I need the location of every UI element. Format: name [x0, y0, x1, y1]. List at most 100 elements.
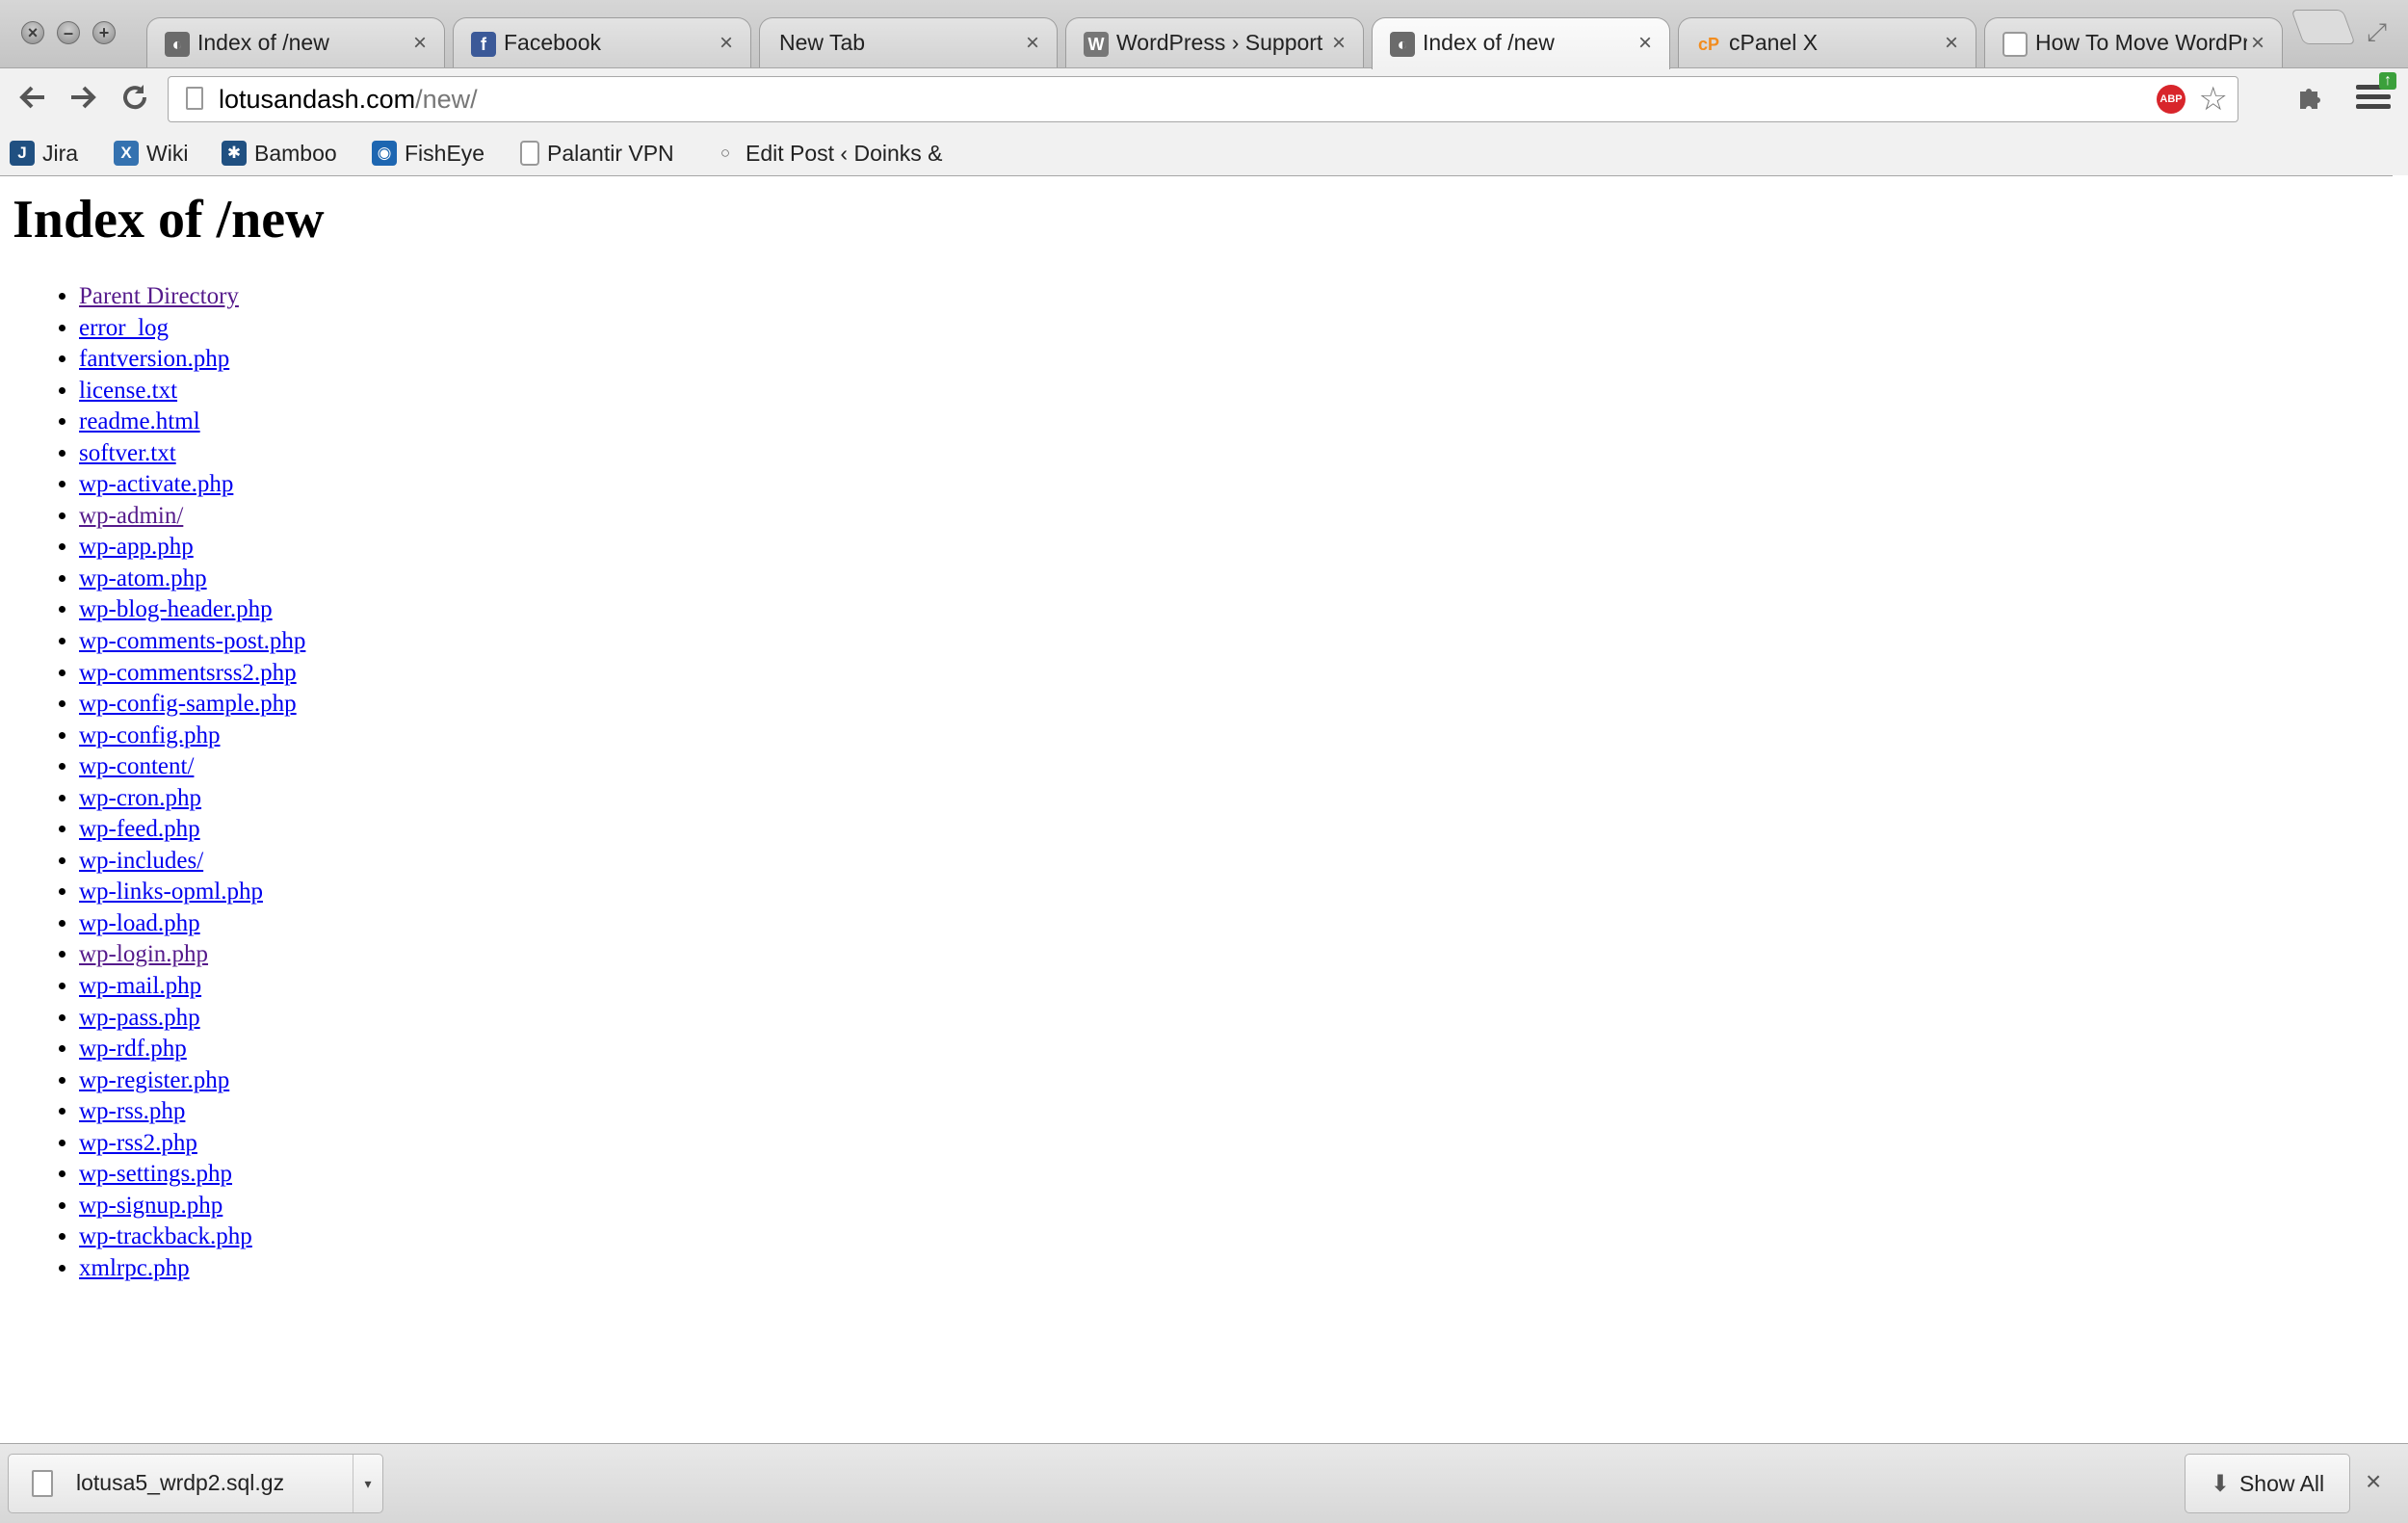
file-link[interactable]: wp-includes/: [79, 848, 203, 874]
file-link[interactable]: wp-pass.php: [79, 1005, 200, 1031]
bookmark-star-icon[interactable]: ☆: [2199, 81, 2228, 118]
file-link[interactable]: wp-load.php: [79, 910, 200, 936]
file-link[interactable]: wp-login.php: [79, 941, 208, 967]
show-all-downloads-button[interactable]: ⬇ Show All: [2185, 1454, 2350, 1513]
file-link[interactable]: wp-settings.php: [79, 1161, 232, 1187]
title-bar: × – + ◐ Index of /new × f Facebook × New Tab × W…: [0, 0, 2408, 69]
bamboo-icon: ✱: [222, 141, 247, 166]
show-all-label: Show All: [2238, 1470, 2325, 1496]
close-window-icon[interactable]: ×: [21, 21, 44, 44]
tab-7[interactable]: How To Move WordPre ×: [1984, 17, 2283, 67]
file-link[interactable]: wp-commentsrss2.php: [79, 660, 297, 686]
file-link[interactable]: xmlrpc.php: [79, 1255, 190, 1281]
tab-5[interactable]: ◐ Index of /new ×: [1372, 17, 1670, 69]
file-link[interactable]: wp-rss.php: [79, 1098, 185, 1124]
file-link[interactable]: wp-register.php: [79, 1067, 229, 1093]
back-button[interactable]: [13, 80, 52, 118]
bookmark-label: Palantir VPN: [547, 140, 674, 166]
tab-close-icon[interactable]: ×: [413, 30, 427, 57]
address-bar[interactable]: lotusandash.com/new/ ABP ☆: [168, 76, 2238, 122]
list-item: wp-config.php: [79, 721, 305, 752]
tab-close-icon[interactable]: ×: [1945, 30, 1958, 57]
file-link[interactable]: wp-trackback.php: [79, 1223, 252, 1249]
tab-4[interactable]: W WordPress › Support » ×: [1065, 17, 1364, 67]
list-item: softver.txt: [79, 438, 305, 470]
file-link[interactable]: softver.txt: [79, 440, 176, 466]
file-link[interactable]: error_log: [79, 315, 169, 341]
tab-6[interactable]: cP cPanel X ×: [1678, 17, 1976, 67]
close-shelf-icon[interactable]: ×: [2366, 1467, 2381, 1496]
list-item: wp-login.php: [79, 939, 305, 971]
download-item[interactable]: lotusa5_wrdp2.sql.gz ▾: [8, 1454, 383, 1513]
tab-title: New Tab: [779, 30, 866, 55]
adblock-icon[interactable]: ABP: [2157, 85, 2186, 114]
bookmark-palantir-vpn[interactable]: Palantir VPN: [520, 137, 674, 170]
file-link[interactable]: wp-config-sample.php: [79, 691, 297, 717]
file-link[interactable]: wp-cron.php: [79, 785, 201, 811]
file-link[interactable]: wp-blog-header.php: [79, 596, 273, 622]
file-link[interactable]: license.txt: [79, 378, 177, 404]
list-item: readme.html: [79, 407, 305, 438]
file-link[interactable]: wp-rdf.php: [79, 1036, 187, 1062]
wordpress-favicon-icon: W: [1084, 32, 1109, 57]
tab-close-icon[interactable]: ×: [1332, 30, 1346, 57]
tab-3[interactable]: New Tab ×: [759, 17, 1058, 67]
puzzle-icon: [2300, 89, 2320, 109]
minimize-window-icon[interactable]: –: [57, 21, 80, 44]
file-link[interactable]: wp-activate.php: [79, 471, 233, 497]
list-item: wp-signup.php: [79, 1191, 305, 1222]
index-favicon-icon: ◐: [165, 32, 190, 57]
zoom-window-icon[interactable]: +: [92, 21, 116, 44]
list-item: wp-includes/: [79, 846, 305, 878]
download-shelf: lotusa5_wrdp2.sql.gz ▾ ⬇ Show All ×: [0, 1443, 2408, 1523]
tab-1[interactable]: ◐ Index of /new ×: [146, 17, 445, 67]
tab-title: Index of /new: [1423, 30, 1555, 55]
tab-title: Facebook: [504, 30, 602, 55]
file-link[interactable]: wp-links-opml.php: [79, 879, 263, 905]
tab-close-icon[interactable]: ×: [720, 30, 733, 57]
file-link[interactable]: wp-signup.php: [79, 1193, 222, 1219]
globe-icon: ○: [720, 144, 731, 162]
bookmark-wiki[interactable]: X Wiki: [114, 137, 188, 170]
file-link[interactable]: wp-comments-post.php: [79, 628, 305, 654]
download-file-name: lotusa5_wrdp2.sql.gz: [76, 1470, 285, 1495]
scrollbar[interactable]: [2393, 175, 2408, 1443]
list-item: wp-activate.php: [79, 469, 305, 501]
file-link[interactable]: fantversion.php: [79, 346, 229, 372]
menu-button[interactable]: ↑: [2356, 72, 2396, 115]
file-link[interactable]: wp-atom.php: [79, 565, 207, 591]
list-item: wp-commentsrss2.php: [79, 658, 305, 690]
list-item: wp-atom.php: [79, 564, 305, 595]
extensions-icon[interactable]: [2296, 82, 2325, 118]
tab-close-icon[interactable]: ×: [2251, 30, 2264, 57]
toolbar: lotusandash.com/new/ ABP ☆ ↑: [0, 67, 2408, 132]
file-link[interactable]: wp-admin/: [79, 503, 183, 529]
forward-arrow-icon: [71, 86, 96, 109]
url-text[interactable]: lotusandash.com/new/: [219, 85, 478, 115]
file-link[interactable]: wp-feed.php: [79, 816, 200, 842]
url-host: lotusandash.com: [219, 85, 416, 114]
file-link[interactable]: Parent Directory: [79, 283, 239, 309]
file-list: Parent Directory error_log fantversion.php…: [42, 281, 305, 1285]
file-link[interactable]: wp-mail.php: [79, 973, 201, 999]
bookmark-jira[interactable]: J Jira: [10, 137, 78, 170]
bookmark-edit-post-doinks[interactable]: ○ Edit Post ‹ Doinks &: [713, 137, 943, 170]
list-item: Parent Directory: [79, 281, 305, 313]
bookmark-label: Bamboo: [254, 140, 337, 166]
reload-button[interactable]: [116, 80, 154, 118]
forward-button[interactable]: [64, 80, 102, 118]
tab-2[interactable]: f Facebook ×: [453, 17, 751, 67]
tab-close-icon[interactable]: ×: [1026, 30, 1039, 57]
bookmark-label: Jira: [42, 140, 79, 166]
file-link[interactable]: readme.html: [79, 408, 200, 434]
fullscreen-icon[interactable]: ⤢: [2367, 17, 2387, 48]
download-menu-dropdown[interactable]: ▾: [353, 1455, 382, 1512]
list-item: wp-rss.php: [79, 1096, 305, 1128]
bookmark-fisheye[interactable]: ◉ FishEye: [372, 137, 484, 170]
file-link[interactable]: wp-content/: [79, 753, 194, 779]
file-link[interactable]: wp-app.php: [79, 534, 194, 560]
bookmark-bamboo[interactable]: ✱ Bamboo: [222, 137, 337, 170]
file-link[interactable]: wp-rss2.php: [79, 1130, 197, 1156]
tab-close-icon[interactable]: ×: [1638, 30, 1652, 57]
file-link[interactable]: wp-config.php: [79, 722, 221, 748]
